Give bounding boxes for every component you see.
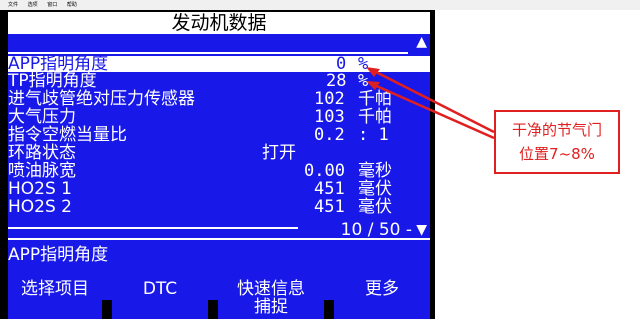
arrow-upper-line [371,68,495,134]
arrow-lower-line [371,82,495,140]
callout-line-1: 干净的节气门 [511,121,602,139]
annotation-callout: 干净的节气门 位置7~8% [494,110,620,174]
callout-line-2: 位置7~8% [519,145,595,163]
